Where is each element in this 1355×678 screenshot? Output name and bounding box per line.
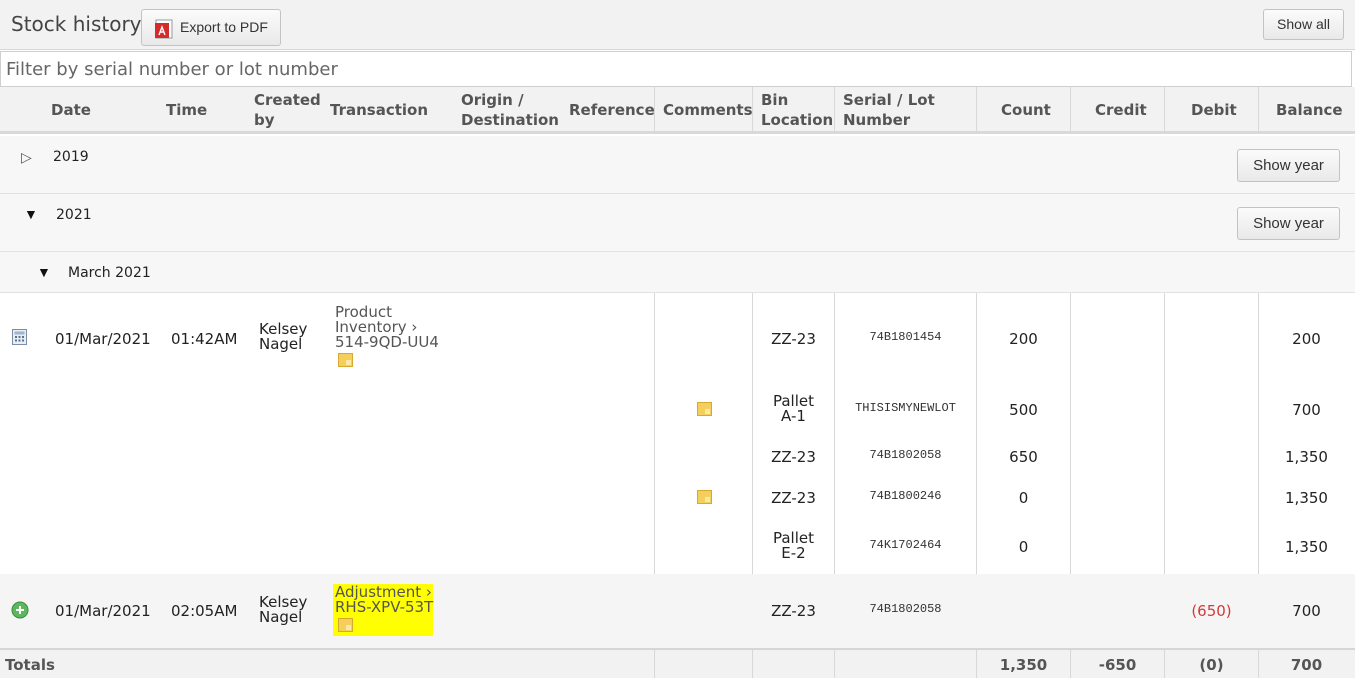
divider (1258, 87, 1259, 134)
divider (654, 650, 655, 678)
count-cell: 0 (1018, 538, 1029, 556)
total-debit: (0) (1199, 656, 1224, 674)
divider (1070, 87, 1071, 134)
col-debit[interactable]: Debit (1191, 100, 1237, 120)
balance-cell: 200 (1292, 330, 1321, 348)
col-comments[interactable]: Comments (663, 100, 753, 120)
col-count[interactable]: Count (1001, 100, 1051, 120)
table-header: Date Time Created by Transaction Origin … (0, 87, 1355, 134)
col-origin-destination[interactable]: Origin / Destination (461, 90, 561, 130)
serial-cell[interactable]: 74B1801454 (835, 330, 976, 344)
divider (752, 650, 753, 678)
col-serial-lot[interactable]: Serial / Lot Number (843, 90, 953, 130)
transaction-text: 514-9QD-UU4 (335, 333, 439, 351)
col-created-by[interactable]: Created by (254, 90, 324, 130)
count-cell: 200 (1009, 330, 1038, 348)
time-cell: 01:42AM (171, 330, 238, 348)
serial-cell[interactable]: 74B1802058 (835, 448, 976, 462)
divider (752, 87, 753, 134)
collapse-triangle-icon[interactable]: ▼ (37, 264, 51, 280)
time-cell: 02:05AM (171, 602, 238, 620)
month-row[interactable]: ▼ March 2021 (0, 252, 1355, 293)
col-balance[interactable]: Balance (1276, 100, 1343, 120)
show-year-button-2019[interactable]: Show year (1237, 149, 1340, 182)
balance-cell: 1,350 (1285, 538, 1328, 556)
total-credit: -650 (1098, 656, 1137, 674)
bin-cell: Pallet A-1 (772, 392, 814, 425)
balance-cell: 1,350 (1285, 489, 1328, 507)
pdf-icon (155, 19, 173, 39)
divider (834, 87, 835, 134)
comment-icon[interactable] (697, 490, 712, 504)
count-cell: 650 (1009, 448, 1038, 466)
serial-cell[interactable]: 74K1702464 (835, 538, 976, 552)
balance-cell: 1,350 (1285, 448, 1328, 466)
serial-cell[interactable]: 74B1800246 (835, 489, 976, 503)
col-credit[interactable]: Credit (1095, 100, 1147, 120)
total-balance: 700 (1290, 656, 1323, 674)
transaction-link[interactable]: Product Inventory › 514-9QD-UU4 (335, 305, 439, 350)
transaction-link[interactable]: Adjustment › RHS-XPV-53T (335, 585, 433, 615)
year-label: 2019 (53, 149, 89, 165)
balance-cell: 700 (1292, 401, 1321, 419)
note-icon[interactable] (338, 353, 353, 367)
serial-cell[interactable]: THISISMYNEWLOT (835, 401, 976, 415)
col-bin-location[interactable]: Bin Location (761, 90, 833, 130)
divider (976, 87, 977, 134)
filter-box (0, 51, 1352, 87)
col-transaction[interactable]: Transaction (330, 100, 428, 120)
show-all-button[interactable]: Show all (1263, 9, 1344, 40)
plus-circle-icon[interactable] (11, 601, 29, 619)
created-by-cell: Kelsey Nagel (259, 593, 308, 626)
expand-triangle-icon[interactable]: ▷ (21, 149, 32, 166)
totals-row: Totals 1,350 -650 (0) 700 (0, 648, 1355, 678)
col-reference[interactable]: Reference (569, 100, 655, 120)
divider (1164, 87, 1165, 134)
page-title: Stock history (11, 12, 142, 36)
calculator-icon[interactable] (12, 329, 27, 345)
bin-cell: ZZ-23 (771, 448, 816, 466)
serial-cell[interactable]: 74B1802058 (835, 602, 976, 616)
divider (654, 87, 655, 134)
comment-icon[interactable] (697, 402, 712, 416)
collapse-triangle-icon[interactable]: ▼ (24, 206, 38, 222)
count-cell: 500 (1009, 401, 1038, 419)
export-pdf-label: Export to PDF (180, 19, 268, 35)
created-by-cell: Kelsey Nagel (259, 320, 308, 353)
year-row-2019[interactable]: ▷ 2019 Show year (0, 136, 1355, 194)
bin-cell: ZZ-23 (771, 602, 816, 620)
col-date[interactable]: Date (51, 100, 91, 120)
toolbar: Stock history Export to PDF Show all (0, 0, 1355, 50)
count-cell: 0 (1018, 489, 1029, 507)
export-pdf-button[interactable]: Export to PDF (141, 9, 281, 46)
totals-label: Totals (5, 656, 55, 674)
bin-cell: ZZ-23 (771, 489, 816, 507)
year-label: 2021 (56, 207, 92, 223)
show-year-button-2021[interactable]: Show year (1237, 207, 1340, 240)
col-time[interactable]: Time (166, 100, 207, 120)
divider (834, 650, 835, 678)
total-count: 1,350 (999, 656, 1048, 674)
filter-input[interactable] (1, 52, 1351, 86)
bin-cell: Pallet E-2 (772, 529, 814, 562)
balance-cell: 700 (1292, 602, 1321, 620)
bin-cell: ZZ-23 (771, 330, 816, 348)
debit-cell: (650) (1191, 602, 1232, 620)
note-icon[interactable] (338, 618, 353, 632)
month-label: March 2021 (68, 265, 151, 281)
transaction-text: RHS-XPV-53T (335, 598, 434, 616)
date-cell: 01/Mar/2021 (55, 602, 151, 620)
date-cell: 01/Mar/2021 (55, 330, 151, 348)
year-row-2021[interactable]: ▼ 2021 Show year (0, 194, 1355, 252)
